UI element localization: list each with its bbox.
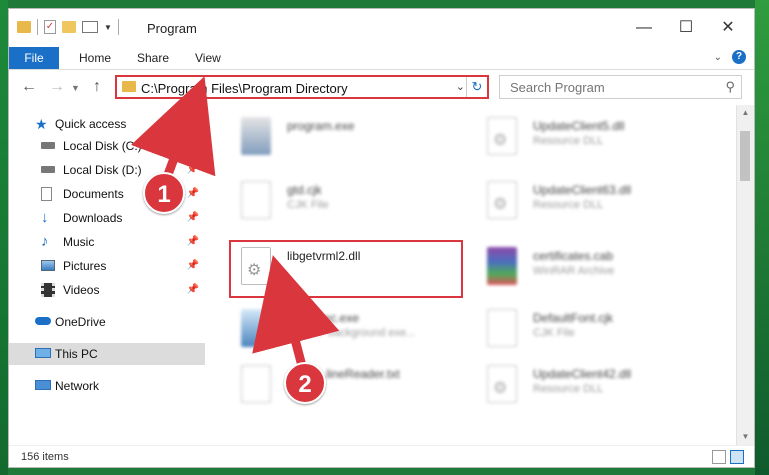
annotation-arrow-2 (252, 255, 340, 371)
annotation-arrows (131, 76, 340, 371)
annotation-arrow-1 (131, 76, 216, 185)
callout-step-2: 2 (284, 362, 326, 404)
callout-step-1: 1 (143, 172, 185, 214)
